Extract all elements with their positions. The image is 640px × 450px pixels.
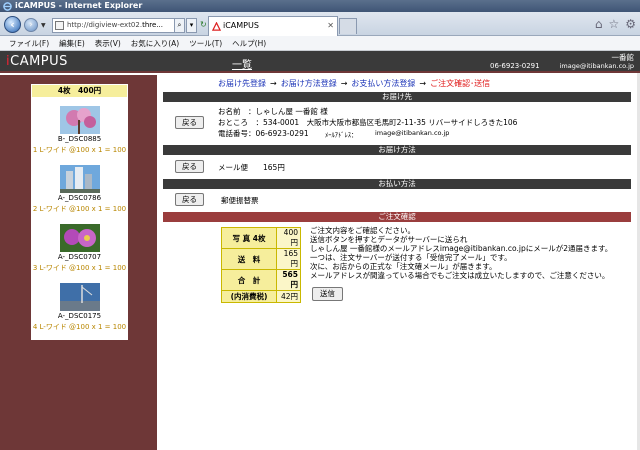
forward-arrow-icon: › (29, 20, 33, 30)
confirm-message: 送信ボタンを押すとデータがサーバーに送られ (310, 235, 468, 244)
summary-value: 400円 (276, 227, 301, 249)
forward-nav-button[interactable]: › (24, 18, 38, 32)
summary-label: 写 真 4枚 (221, 227, 277, 249)
summary-label: 送 料 (221, 248, 277, 270)
list-link[interactable]: 一覧 (232, 56, 252, 71)
photo-thumbnail[interactable] (60, 224, 100, 252)
window-titlebar: iCAMPUS - Internet Explorer (0, 0, 640, 12)
back-nav-button[interactable]: ‹ (4, 16, 21, 33)
page-icon (55, 21, 64, 30)
photo-thumbnail[interactable] (60, 283, 100, 311)
cart-item[interactable]: A-_DSC0707 3 L-ワイド @100 x 1 = 100 (31, 224, 128, 279)
menu-item-help[interactable]: ヘルプ(H) (227, 36, 271, 50)
step-arrow: → (340, 79, 348, 88)
summary-value: 42円 (276, 290, 301, 303)
back-button-method[interactable]: 戻る (175, 160, 204, 173)
confirm-message: 一つは、注文サーバーが送付する「受信完了メール」です。 (310, 253, 512, 262)
back-button-address[interactable]: 戻る (175, 116, 204, 129)
step-arrow: → (419, 79, 427, 88)
site-header: iCAMPUS 一覧 一番館 06-6923-0291 image@itiban… (0, 51, 640, 73)
menu-item-edit[interactable]: 編集(E) (54, 36, 90, 50)
summary-row: 合 計 565円 (221, 269, 301, 291)
dropdown-icon[interactable]: ▾ (186, 18, 197, 33)
search-icon[interactable]: ⌕ (174, 18, 185, 33)
address-toolbar: ‹ › ▼ http://digiview-ext02.thre... ⌕ ▾ … (0, 12, 640, 36)
logo-text: CAMPUS (10, 54, 68, 69)
summary-value: 165円 (276, 248, 301, 270)
payment-method-value: 郵便振替票 (221, 196, 259, 205)
menu-item-file[interactable]: ファイル(F) (4, 36, 54, 50)
cart-item-spec: 2 L-ワイド @100 x 1 = 100 (32, 205, 127, 213)
section-delivery-method: お届け方法 (163, 145, 631, 155)
gear-icon[interactable]: ⚙ (625, 17, 636, 31)
history-dropdown-icon[interactable]: ▼ (41, 22, 46, 29)
section-payment-method: お払い方法 (163, 179, 631, 189)
address-url-domain: thre... (142, 21, 163, 29)
step-confirm-send: ご注文確認･送信 (430, 79, 491, 88)
cart-summary: 4枚 400円 (32, 85, 127, 97)
menu-item-view[interactable]: 表示(V) (90, 36, 126, 50)
address-bar[interactable]: http://digiview-ext02.thre... (52, 18, 179, 33)
cart-item[interactable]: B-_DSC0885 1 L-ワイド @100 x 1 = 100 (31, 106, 128, 161)
section-delivery-address: お届け先 (163, 92, 631, 102)
order-summary-table: 写 真 4枚 400円 送 料 165円 合 計 565円 (内消費税) 42円 (221, 227, 301, 303)
order-steps: お届け先登録 → お届け方法登録 → お支払い方法登録 → ご注文確認･送信 (218, 78, 490, 89)
new-tab-button[interactable] (339, 18, 357, 34)
cart-item-spec: 3 L-ワイド @100 x 1 = 100 (32, 264, 127, 272)
photo-thumbnail[interactable] (60, 165, 100, 193)
favorites-star-icon[interactable]: ☆ (608, 17, 619, 31)
cart-item-spec: 4 L-ワイド @100 x 1 = 100 (32, 323, 127, 331)
window-title: iCAMPUS - Internet Explorer (15, 1, 143, 10)
delivery-method-value: メール便 165円 (218, 163, 285, 172)
delivery-mail-label: ﾒｰﾙｱﾄﾞﾚｽ： (325, 131, 358, 139)
cart-panel: 4枚 400円 B-_DSC0885 1 L-ワイド @100 x 1 = 10… (31, 84, 128, 340)
summary-value: 565円 (276, 269, 301, 291)
cart-item-file: A-_DSC0786 (57, 194, 102, 202)
confirm-message: しゃしん屋 一番館様のメールアドレスimage@itibankan.co.jpに… (310, 244, 613, 253)
summary-label: 合 計 (221, 269, 277, 291)
confirm-message: メールアドレスが間違っている場合でもご注文は成立いたしますので、ご注意ください。 (310, 271, 610, 280)
cart-item-file: B-_DSC0885 (57, 135, 102, 143)
cart-item-file: A-_DSC0175 (57, 312, 102, 320)
send-button[interactable]: 送信 (312, 287, 343, 301)
delivery-address: おところ ：534-0001 大阪市大阪市都島区毛馬町2-11-35 リバーサイ… (218, 118, 518, 127)
browser-tools: ⌂ ☆ ⚙ (595, 17, 636, 31)
home-icon[interactable]: ⌂ (595, 17, 603, 31)
tab-close-icon[interactable]: ✕ (327, 17, 334, 35)
back-arrow-icon: ‹ (10, 18, 15, 31)
delivery-phone: 電話番号：06-6923-0291 (218, 129, 309, 138)
shop-email: image@itibankan.co.jp (559, 62, 634, 70)
summary-row: 送 料 165円 (221, 248, 301, 270)
confirm-message: ご注文内容をご確認ください。 (310, 226, 415, 235)
site-favicon-icon (212, 22, 221, 31)
tab-title: iCAMPUS (223, 21, 259, 30)
menu-item-tools[interactable]: ツール(T) (184, 36, 227, 50)
shop-phone: 06-6923-0291 (490, 62, 540, 70)
section-order-confirm: ご注文確認 (163, 212, 631, 222)
cart-item-spec: 1 L-ワイド @100 x 1 = 100 (32, 146, 127, 154)
menu-bar: ファイル(F) 編集(E) 表示(V) お気に入り(A) ツール(T) ヘルプ(… (0, 36, 640, 51)
browser-tab-active[interactable]: iCAMPUS ✕ (208, 16, 338, 36)
address-url-prefix: http://digiview-ext02. (67, 21, 143, 29)
step-delivery-method[interactable]: お届け方法登録 (281, 79, 337, 88)
photo-thumbnail[interactable] (60, 106, 100, 134)
refresh-icon[interactable]: ↻ (200, 20, 207, 29)
confirm-message: 次に、お店からの正式な「注文確メール」が届きます。 (310, 262, 497, 271)
summary-row: (内消費税) 42円 (221, 290, 301, 303)
cart-item-file: A-_DSC0707 (57, 253, 102, 261)
delivery-name: お名前 ：しゃしん屋 一番館 様 (218, 107, 328, 116)
step-delivery-address[interactable]: お届け先登録 (218, 79, 266, 88)
delivery-mail: image@itibankan.co.jp (375, 129, 450, 137)
summary-row: 写 真 4枚 400円 (221, 227, 301, 249)
step-arrow: → (270, 79, 277, 88)
cart-item[interactable]: A-_DSC0175 4 L-ワイド @100 x 1 = 100 (31, 283, 128, 338)
cart-item[interactable]: A-_DSC0786 2 L-ワイド @100 x 1 = 100 (31, 165, 128, 220)
back-button-payment[interactable]: 戻る (175, 193, 204, 206)
step-payment-method[interactable]: お支払い方法登録 (351, 79, 415, 88)
ie-logo-icon (3, 1, 12, 11)
menu-item-favorites[interactable]: お気に入り(A) (126, 36, 184, 50)
site-logo[interactable]: iCAMPUS (6, 54, 68, 69)
summary-label: (内消費税) (221, 290, 277, 303)
